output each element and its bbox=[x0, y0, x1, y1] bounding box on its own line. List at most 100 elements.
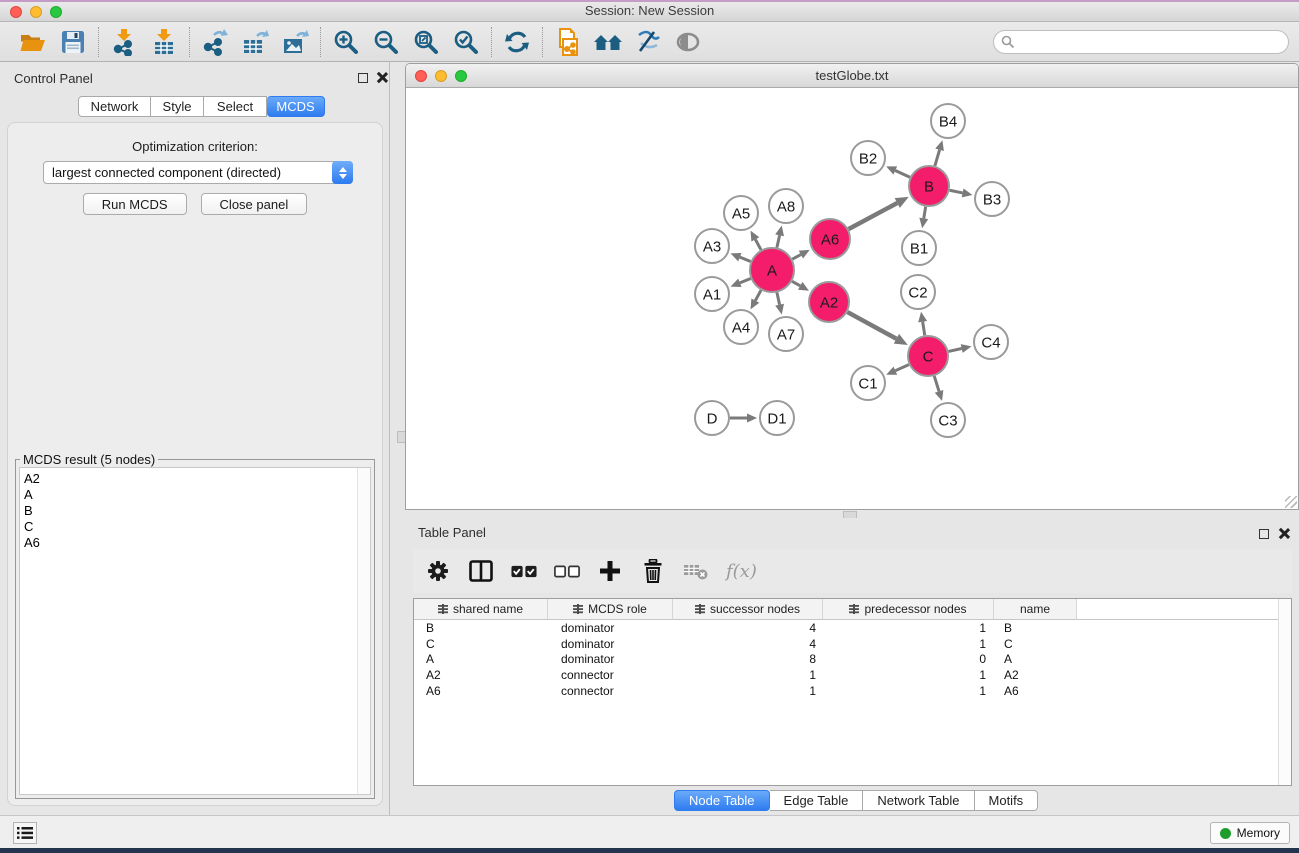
graph-node-B1[interactable]: B1 bbox=[902, 231, 936, 265]
graph-edge[interactable] bbox=[934, 376, 939, 391]
search-field[interactable] bbox=[993, 30, 1289, 54]
mcds-result-item[interactable]: A2 bbox=[24, 471, 40, 487]
graph-edge[interactable] bbox=[740, 257, 751, 261]
tab-edge-table[interactable]: Edge Table bbox=[770, 790, 864, 811]
float-panel-icon[interactable] bbox=[358, 73, 368, 83]
table-scrollbar[interactable] bbox=[1278, 599, 1291, 785]
graph-edge[interactable] bbox=[847, 312, 896, 339]
import-network-icon[interactable] bbox=[109, 27, 139, 57]
graph-node-C4[interactable]: C4 bbox=[974, 325, 1008, 359]
mcds-result-item[interactable]: C bbox=[24, 519, 40, 535]
graph-node-A[interactable]: A bbox=[750, 248, 794, 292]
column-header-shared-name[interactable]: shared name bbox=[414, 599, 548, 620]
graph-node-B2[interactable]: B2 bbox=[851, 141, 885, 175]
graph-node-C3[interactable]: C3 bbox=[931, 403, 965, 437]
search-input[interactable] bbox=[993, 30, 1289, 54]
graph-node-C2[interactable]: C2 bbox=[901, 275, 935, 309]
graph-edge[interactable] bbox=[950, 190, 963, 193]
tab-mcds[interactable]: MCDS bbox=[267, 96, 325, 117]
graph-edge[interactable] bbox=[740, 279, 751, 283]
tab-motifs[interactable]: Motifs bbox=[975, 790, 1039, 811]
graph-edge[interactable] bbox=[895, 365, 908, 371]
memory-button[interactable]: Memory bbox=[1210, 822, 1290, 844]
zoom-selected-icon[interactable] bbox=[451, 27, 481, 57]
mcds-result-item[interactable]: A6 bbox=[24, 535, 40, 551]
graph-edge[interactable] bbox=[792, 255, 801, 260]
network-window-titlebar[interactable]: testGlobe.txt bbox=[406, 64, 1298, 88]
function-builder-icon[interactable]: f(x) bbox=[726, 561, 757, 582]
refresh-icon[interactable] bbox=[502, 27, 532, 57]
column-header-successor-nodes[interactable]: successor nodes bbox=[673, 599, 823, 620]
dropdown-stepper-icon[interactable] bbox=[332, 161, 353, 184]
tab-network-table[interactable]: Network Table bbox=[863, 790, 974, 811]
window-resize-grip[interactable] bbox=[1285, 496, 1297, 508]
table-row[interactable]: Bdominator41B bbox=[414, 620, 1291, 636]
graph-edge[interactable] bbox=[792, 281, 800, 286]
graph-edge[interactable] bbox=[923, 322, 925, 336]
export-image-icon[interactable] bbox=[280, 27, 310, 57]
table-row[interactable]: Cdominator41C bbox=[414, 636, 1291, 652]
run-mcds-button[interactable]: Run MCDS bbox=[83, 193, 187, 215]
open-session-icon[interactable] bbox=[18, 27, 48, 57]
graph-edge[interactable] bbox=[948, 349, 961, 352]
first-neighbors-icon[interactable] bbox=[593, 27, 623, 57]
graph-edge[interactable] bbox=[935, 150, 940, 166]
column-header-predecessor-nodes[interactable]: predecessor nodes bbox=[823, 599, 994, 620]
float-panel-icon[interactable] bbox=[1259, 529, 1269, 539]
zoom-out-icon[interactable] bbox=[371, 27, 401, 57]
graph-edge[interactable] bbox=[777, 292, 780, 304]
zoom-fit-icon[interactable] bbox=[411, 27, 441, 57]
graph-edge[interactable] bbox=[924, 207, 926, 219]
graph-node-B3[interactable]: B3 bbox=[975, 182, 1009, 216]
graph-node-A5[interactable]: A5 bbox=[724, 196, 758, 230]
mcds-result-item[interactable]: B bbox=[24, 503, 40, 519]
graph-edge[interactable] bbox=[849, 203, 898, 229]
export-network-icon[interactable] bbox=[200, 27, 230, 57]
table-options-gear-icon[interactable] bbox=[425, 558, 451, 584]
show-all-eye-icon[interactable] bbox=[673, 27, 703, 57]
tab-node-table[interactable]: Node Table bbox=[674, 790, 770, 811]
tab-network[interactable]: Network bbox=[78, 96, 151, 117]
optimization-criterion-dropdown[interactable]: largest connected component (directed) bbox=[43, 161, 353, 184]
graph-node-A3[interactable]: A3 bbox=[695, 229, 729, 263]
close-panel-button[interactable]: Close panel bbox=[201, 193, 308, 215]
save-session-icon[interactable] bbox=[58, 27, 88, 57]
zoom-in-icon[interactable] bbox=[331, 27, 361, 57]
graph-edge[interactable] bbox=[755, 239, 761, 249]
export-table-icon[interactable] bbox=[240, 27, 270, 57]
network-canvas[interactable]: B4B2BB3A5A8A6B1A3AC2A1A2A4A7C4CC1C3DD1 bbox=[406, 88, 1298, 509]
delete-table-icon[interactable] bbox=[683, 558, 709, 584]
graph-node-A6[interactable]: A6 bbox=[810, 219, 850, 259]
graph-node-D1[interactable]: D1 bbox=[760, 401, 794, 435]
mcds-result-item[interactable]: A bbox=[24, 487, 40, 503]
add-column-icon[interactable] bbox=[597, 558, 623, 584]
graph-edge[interactable] bbox=[777, 235, 780, 247]
new-network-from-selection-icon[interactable] bbox=[553, 27, 583, 57]
mcds-list-scrollbar[interactable] bbox=[357, 468, 370, 794]
graph-edge[interactable] bbox=[755, 290, 761, 300]
graph-edge[interactable] bbox=[895, 171, 910, 178]
table-row[interactable]: Adominator80A bbox=[414, 652, 1291, 668]
tab-style[interactable]: Style bbox=[151, 96, 204, 117]
graph-node-A4[interactable]: A4 bbox=[724, 310, 758, 344]
graph-node-B[interactable]: B bbox=[909, 166, 949, 206]
network-list-button[interactable] bbox=[13, 822, 37, 844]
graph-node-A8[interactable]: A8 bbox=[769, 189, 803, 223]
graph-node-B4[interactable]: B4 bbox=[931, 104, 965, 138]
graph-node-D[interactable]: D bbox=[695, 401, 729, 435]
window-titlebar[interactable]: Session: New Session bbox=[0, 0, 1299, 22]
graph-node-C1[interactable]: C1 bbox=[851, 366, 885, 400]
close-panel-icon[interactable] bbox=[376, 72, 387, 83]
table-row[interactable]: A2connector11A2 bbox=[414, 667, 1291, 683]
column-header-mcds-role[interactable]: MCDS role bbox=[548, 599, 673, 620]
graph-node-A2[interactable]: A2 bbox=[809, 282, 849, 322]
tab-select[interactable]: Select bbox=[204, 96, 267, 117]
table-row[interactable]: A6connector11A6 bbox=[414, 683, 1291, 699]
import-table-icon[interactable] bbox=[149, 27, 179, 57]
column-header-name[interactable]: name bbox=[994, 599, 1077, 620]
mcds-result-list[interactable]: A2ABCA6 bbox=[19, 467, 371, 795]
graph-node-C[interactable]: C bbox=[908, 336, 948, 376]
hide-selected-icon[interactable] bbox=[633, 27, 663, 57]
delete-column-trash-icon[interactable] bbox=[640, 558, 666, 584]
graph-node-A1[interactable]: A1 bbox=[695, 277, 729, 311]
